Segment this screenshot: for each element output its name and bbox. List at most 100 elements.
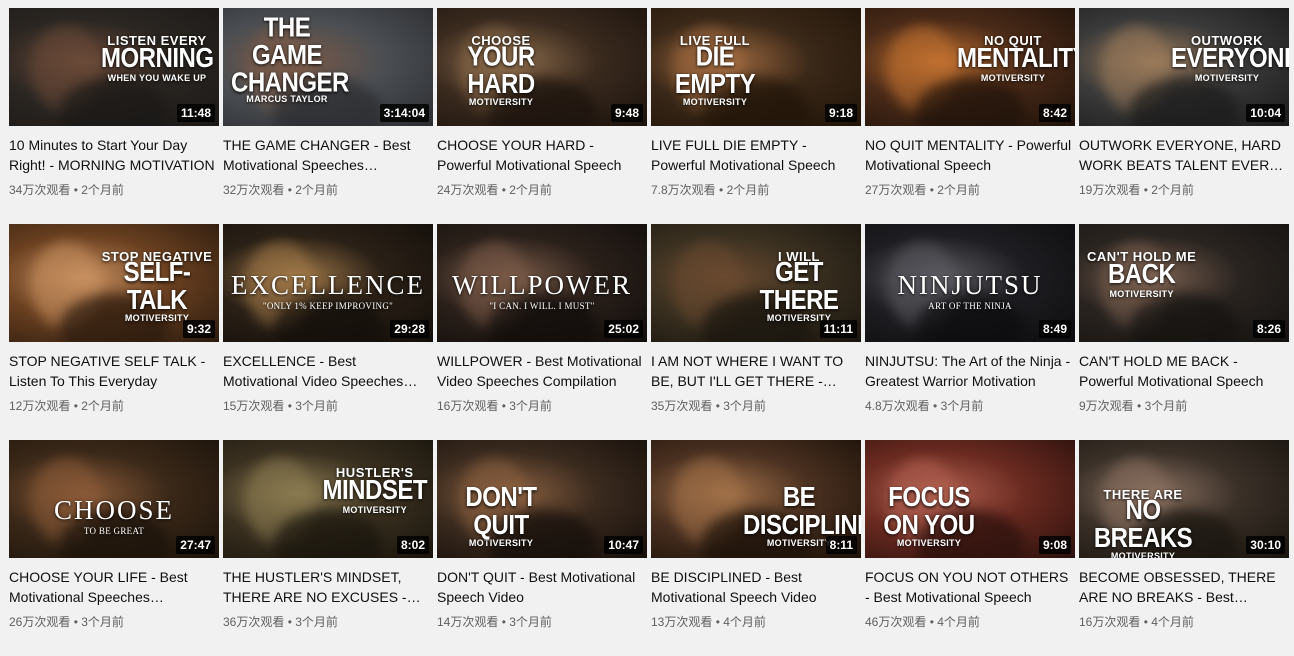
video-card[interactable]: OUTWORK EVERYONE MOTIVERSITY 10:04 OUTWO… — [1079, 8, 1289, 224]
video-metadata: 16万次观看 • 3个月前 — [437, 397, 647, 415]
upload-age: 2个月前 — [937, 183, 980, 197]
video-thumbnail[interactable]: STOP NEGATIVE SELF-TALK MOTIVERSITY 9:32 — [9, 224, 219, 342]
video-duration: 9:18 — [824, 104, 857, 122]
video-metadata: 15万次观看 • 3个月前 — [223, 397, 433, 415]
video-thumbnail[interactable]: NO QUIT MENTALITY MOTIVERSITY 8:42 — [865, 8, 1075, 126]
thumbnail-caption: OUTWORK EVERYONE MOTIVERSITY — [1171, 33, 1289, 83]
meta-separator: • — [929, 615, 934, 629]
video-title[interactable]: OUTWORK EVERYONE, HARD WORK BEATS TALENT… — [1079, 135, 1289, 175]
view-count: 16万次观看 — [437, 399, 499, 413]
video-thumbnail[interactable]: CAN'T HOLD ME BACK MOTIVERSITY 8:26 — [1079, 224, 1289, 342]
video-title[interactable]: THE GAME CHANGER - Best Motivational Spe… — [223, 135, 433, 175]
upload-age: 4个月前 — [723, 615, 766, 629]
video-title[interactable]: EXCELLENCE - Best Motivational Video Spe… — [223, 351, 433, 391]
upload-age: 3个月前 — [509, 615, 552, 629]
meta-separator: • — [501, 183, 506, 197]
video-card[interactable]: CHOOSE TO BE GREAT 27:47 CHOOSE YOUR LIF… — [9, 440, 219, 656]
video-thumbnail[interactable]: THE GAME CHANGER MARCUS TAYLOR 3:14:04 — [223, 8, 433, 126]
video-thumbnail[interactable]: LIVE FULL DIE EMPTY MOTIVERSITY 9:18 — [651, 8, 861, 126]
video-card[interactable]: STOP NEGATIVE SELF-TALK MOTIVERSITY 9:32… — [9, 224, 219, 440]
video-thumbnail[interactable]: EXCELLENCE "ONLY 1% KEEP IMPROVING" 29:2… — [223, 224, 433, 342]
upload-age: 3个月前 — [940, 399, 984, 413]
video-card[interactable]: I WILL GET THERE MOTIVERSITY 11:11 I AM … — [651, 224, 861, 440]
video-title[interactable]: WILLPOWER - Best Motivational Video Spee… — [437, 351, 647, 391]
video-card[interactable]: BE DISCIPLINED MOTIVERSITY 8:11 BE DISCI… — [651, 440, 861, 656]
video-thumbnail[interactable]: WILLPOWER "I CAN. I WILL. I MUST" 25:02 — [437, 224, 647, 342]
view-count: 46万次观看 — [865, 615, 927, 629]
upload-age: 3个月前 — [81, 615, 124, 629]
video-metadata: 4.8万次观看 • 3个月前 — [865, 397, 1075, 415]
video-thumbnail[interactable]: LISTEN EVERY MORNING WHEN YOU WAKE UP 11… — [9, 8, 219, 126]
video-thumbnail[interactable]: CHOOSE YOUR HARD MOTIVERSITY 9:48 — [437, 8, 647, 126]
video-card[interactable]: THE GAME CHANGER MARCUS TAYLOR 3:14:04 T… — [223, 8, 433, 224]
video-metadata: 35万次观看 • 3个月前 — [651, 397, 861, 415]
view-count: 12万次观看 — [9, 399, 71, 413]
video-thumbnail[interactable]: HUSTLER'S MINDSET MOTIVERSITY 8:02 — [223, 440, 433, 558]
video-title[interactable]: BECOME OBSESSED, THERE ARE NO BREAKS - B… — [1079, 567, 1289, 607]
view-count: 9万次观看 — [1079, 399, 1134, 413]
video-thumbnail[interactable]: BE DISCIPLINED MOTIVERSITY 8:11 — [651, 440, 861, 558]
meta-separator: • — [287, 399, 292, 413]
video-title[interactable]: LIVE FULL DIE EMPTY - Powerful Motivatio… — [651, 135, 861, 175]
video-card[interactable]: THERE ARE NO BREAKS MOTIVERSITY 30:10 BE… — [1079, 440, 1289, 656]
view-count: 7.8万次观看 — [651, 183, 716, 197]
meta-separator: • — [933, 399, 938, 413]
video-duration: 10:47 — [604, 536, 643, 554]
thumbnail-caption: DON'T QUIT MOTIVERSITY — [465, 482, 537, 548]
view-count: 36万次观看 — [223, 615, 285, 629]
video-card[interactable]: CHOOSE YOUR HARD MOTIVERSITY 9:48 CHOOSE… — [437, 8, 647, 224]
view-count: 16万次观看 — [1079, 615, 1141, 629]
video-card[interactable]: LIVE FULL DIE EMPTY MOTIVERSITY 9:18 LIV… — [651, 8, 861, 224]
video-card[interactable]: HUSTLER'S MINDSET MOTIVERSITY 8:02 THE H… — [223, 440, 433, 656]
video-title[interactable]: CHOOSE YOUR HARD - Powerful Motivational… — [437, 135, 647, 175]
upload-age: 2个月前 — [81, 183, 124, 197]
video-duration: 10:04 — [1246, 104, 1285, 122]
video-card[interactable]: EXCELLENCE "ONLY 1% KEEP IMPROVING" 29:2… — [223, 224, 433, 440]
video-title[interactable]: 10 Minutes to Start Your Day Right! - MO… — [9, 135, 219, 175]
video-title[interactable]: CAN'T HOLD ME BACK - Powerful Motivation… — [1079, 351, 1289, 391]
video-thumbnail[interactable]: OUTWORK EVERYONE MOTIVERSITY 10:04 — [1079, 8, 1289, 126]
meta-separator: • — [715, 615, 720, 629]
video-duration: 30:10 — [1246, 536, 1285, 554]
upload-age: 2个月前 — [81, 399, 124, 413]
video-title[interactable]: STOP NEGATIVE SELF TALK - Listen To This… — [9, 351, 219, 391]
video-card[interactable]: FOCUS ON YOU MOTIVERSITY 9:08 FOCUS ON Y… — [865, 440, 1075, 656]
meta-separator: • — [501, 615, 506, 629]
video-metadata: 24万次观看 • 2个月前 — [437, 181, 647, 199]
thumbnail-caption: I WILL GET THERE MOTIVERSITY — [759, 249, 839, 323]
video-card[interactable]: DON'T QUIT MOTIVERSITY 10:47 DON'T QUIT … — [437, 440, 647, 656]
thumbnail-caption: FOCUS ON YOU MOTIVERSITY — [883, 482, 975, 548]
video-card[interactable]: NINJUTSU ART OF THE NINJA 8:49 NINJUTSU:… — [865, 224, 1075, 440]
video-metadata: 9万次观看 • 3个月前 — [1079, 397, 1289, 415]
thumbnail-caption: LISTEN EVERY MORNING WHEN YOU WAKE UP — [101, 33, 214, 83]
video-card[interactable]: CAN'T HOLD ME BACK MOTIVERSITY 8:26 CAN'… — [1079, 224, 1289, 440]
thumbnail-caption: THERE ARE NO BREAKS MOTIVERSITY — [1093, 487, 1193, 558]
video-title[interactable]: NO QUIT MENTALITY - Powerful Motivationa… — [865, 135, 1075, 175]
video-card[interactable]: NO QUIT MENTALITY MOTIVERSITY 8:42 NO QU… — [865, 8, 1075, 224]
upload-age: 2个月前 — [726, 183, 770, 197]
video-thumbnail[interactable]: DON'T QUIT MOTIVERSITY 10:47 — [437, 440, 647, 558]
meta-separator: • — [73, 615, 78, 629]
video-thumbnail[interactable]: FOCUS ON YOU MOTIVERSITY 9:08 — [865, 440, 1075, 558]
video-title[interactable]: CHOOSE YOUR LIFE - Best Motivational Spe… — [9, 567, 219, 607]
thumbnail-caption: HUSTLER'S MINDSET MOTIVERSITY — [322, 465, 428, 515]
video-duration: 8:49 — [1038, 320, 1071, 338]
view-count: 19万次观看 — [1079, 183, 1141, 197]
video-thumbnail[interactable]: CHOOSE TO BE GREAT 27:47 — [9, 440, 219, 558]
video-title[interactable]: BE DISCIPLINED - Best Motivational Speec… — [651, 567, 861, 607]
meta-separator: • — [1143, 183, 1148, 197]
video-title[interactable]: FOCUS ON YOU NOT OTHERS - Best Motivatio… — [865, 567, 1075, 607]
meta-separator: • — [501, 399, 506, 413]
video-title[interactable]: DON'T QUIT - Best Motivational Speech Vi… — [437, 567, 647, 607]
video-title[interactable]: I AM NOT WHERE I WANT TO BE, BUT I'LL GE… — [651, 351, 861, 391]
video-thumbnail[interactable]: I WILL GET THERE MOTIVERSITY 11:11 — [651, 224, 861, 342]
video-duration: 8:02 — [396, 536, 429, 554]
video-title[interactable]: THE HUSTLER'S MINDSET, THERE ARE NO EXCU… — [223, 567, 433, 607]
video-card[interactable]: LISTEN EVERY MORNING WHEN YOU WAKE UP 11… — [9, 8, 219, 224]
video-metadata: 36万次观看 • 3个月前 — [223, 613, 433, 631]
video-card[interactable]: WILLPOWER "I CAN. I WILL. I MUST" 25:02 … — [437, 224, 647, 440]
video-thumbnail[interactable]: NINJUTSU ART OF THE NINJA 8:49 — [865, 224, 1075, 342]
video-thumbnail[interactable]: THERE ARE NO BREAKS MOTIVERSITY 30:10 — [1079, 440, 1289, 558]
video-title[interactable]: NINJUTSU: The Art of the Ninja - Greates… — [865, 351, 1075, 391]
video-metadata: 26万次观看 • 3个月前 — [9, 613, 219, 631]
